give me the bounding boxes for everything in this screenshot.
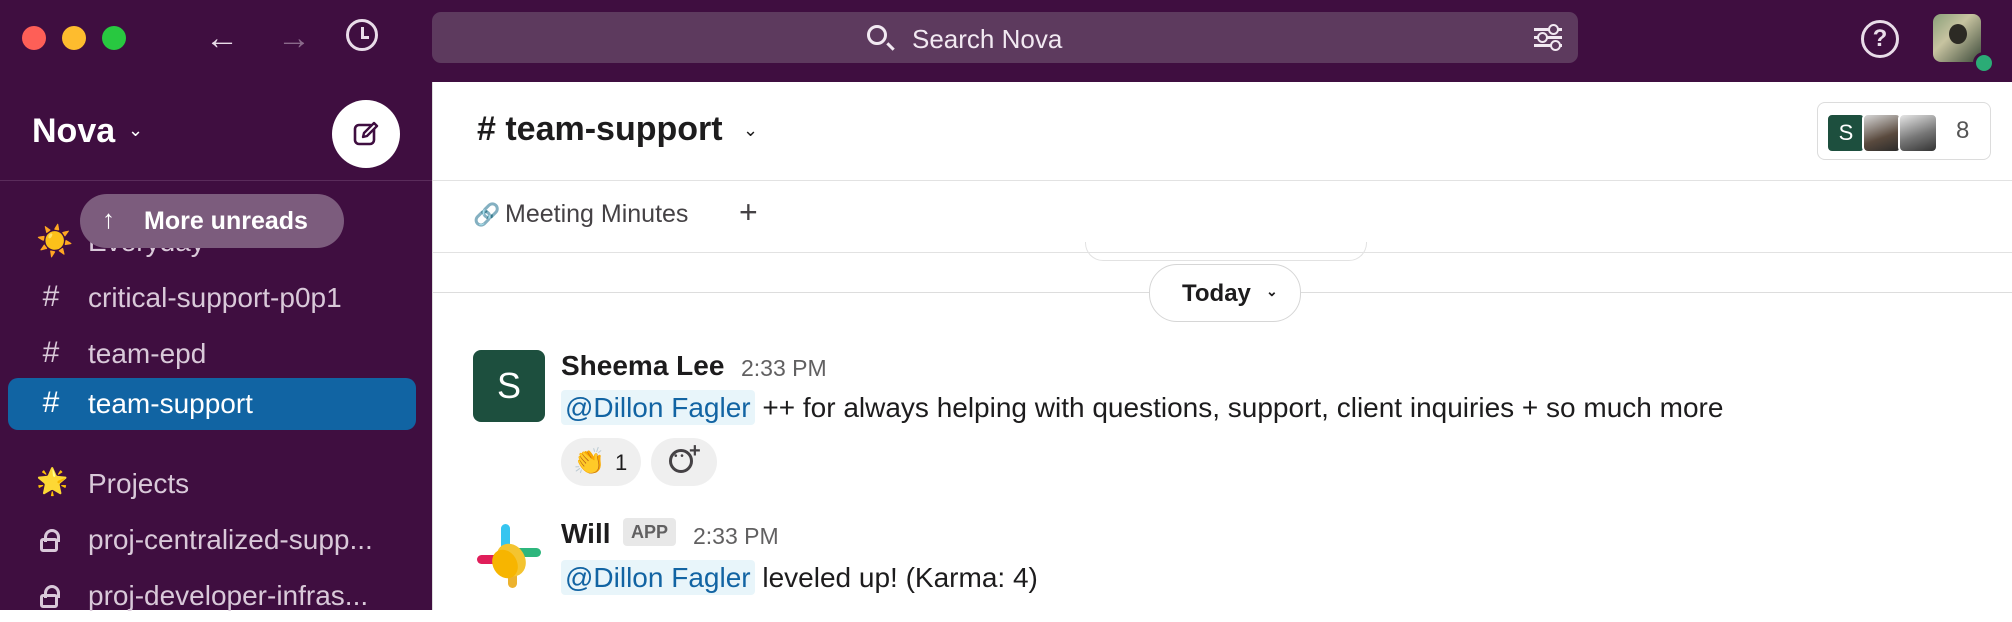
- message-text: @Dillon Fagler ++ for always helping wit…: [561, 390, 1723, 425]
- hash-icon: #: [42, 386, 60, 419]
- sidebar-item-critical-support-p0p1[interactable]: # critical-support-p0p1: [0, 272, 432, 324]
- message-sender[interactable]: Sheema Lee: [561, 350, 724, 382]
- history-clock-icon[interactable]: [346, 19, 378, 51]
- star-emoji-icon: 🌟: [36, 466, 69, 496]
- compose-button[interactable]: [332, 100, 400, 168]
- sidebar-item-proj-developer-infrastructure[interactable]: proj-developer-infras...: [0, 570, 432, 622]
- chevron-down-icon[interactable]: ⌄: [743, 120, 758, 141]
- avatar[interactable]: S: [473, 350, 545, 422]
- message-timestamp[interactable]: 2:33 PM: [693, 523, 779, 550]
- chevron-down-icon: ⌄: [1266, 283, 1278, 299]
- user-mention[interactable]: @Dillon Fagler: [561, 560, 755, 595]
- add-reaction-button[interactable]: +: [651, 438, 717, 486]
- sidebar-section-projects[interactable]: 🌟 Projects: [0, 458, 432, 510]
- user-mention[interactable]: @Dillon Fagler: [561, 390, 755, 425]
- search-filter-icon[interactable]: [1534, 24, 1562, 51]
- minimize-window-button[interactable]: [62, 26, 86, 50]
- slack-logo-clap-icon: [477, 524, 541, 588]
- user-avatar[interactable]: [1933, 14, 1981, 62]
- sidebar-item-label: team-epd: [88, 338, 207, 369]
- message-text: @Dillon Fagler leveled up! (Karma: 4): [561, 560, 1038, 595]
- sidebar-item-label: proj-developer-infras...: [88, 580, 369, 611]
- presence-status-dot: [1973, 52, 1995, 74]
- message-timestamp[interactable]: 2:33 PM: [741, 355, 827, 382]
- header-divider: [433, 180, 2012, 181]
- chevron-down-icon[interactable]: ⌄: [128, 120, 143, 141]
- zoom-window-button[interactable]: [102, 26, 126, 50]
- sidebar-item-label: team-support: [88, 388, 253, 419]
- sidebar: Nova ⌄ ☀️ Everyday ↑ More unreads # crit…: [0, 82, 432, 611]
- title-bar: ← → Search Nova ?: [0, 0, 2012, 82]
- workspace-name[interactable]: Nova: [32, 112, 115, 151]
- sidebar-item-team-epd[interactable]: # team-epd: [0, 328, 432, 380]
- app-badge: APP: [623, 518, 677, 546]
- sun-emoji-icon: ☀️: [36, 225, 74, 258]
- sidebar-item-label: critical-support-p0p1: [88, 282, 342, 313]
- day-divider-button[interactable]: Today ⌄: [1149, 264, 1301, 322]
- reaction-count: 1: [615, 450, 628, 475]
- app-avatar[interactable]: [473, 520, 545, 592]
- lock-icon: [40, 585, 60, 608]
- channel-title[interactable]: # team-support: [477, 110, 723, 149]
- hash-icon: #: [42, 336, 60, 369]
- message-sender[interactable]: Will: [561, 518, 611, 550]
- sidebar-item-team-support[interactable]: # team-support: [8, 378, 416, 430]
- search-icon: [867, 25, 887, 45]
- hash-icon: #: [42, 280, 60, 313]
- back-arrow-icon[interactable]: ←: [202, 18, 242, 58]
- sidebar-item-label: Projects: [88, 468, 190, 499]
- member-avatar: [1898, 113, 1938, 153]
- reaction-clap[interactable]: 👏 1: [561, 438, 641, 486]
- close-window-button[interactable]: [22, 26, 46, 50]
- lock-icon: [40, 529, 60, 552]
- forward-arrow-icon[interactable]: →: [274, 18, 314, 58]
- sidebar-item-label: proj-centralized-supp...: [88, 524, 373, 555]
- channel-view: # team-support ⌄ S 8 🔗 Meeting Minutes + …: [432, 82, 2012, 610]
- member-list-button[interactable]: S 8: [1817, 102, 1991, 160]
- member-avatar: [1862, 113, 1902, 153]
- search-bar[interactable]: Search Nova: [432, 12, 1578, 63]
- help-icon[interactable]: ?: [1861, 20, 1899, 58]
- sidebar-divider: [0, 180, 432, 181]
- member-avatar: S: [1826, 113, 1866, 153]
- more-unreads-button[interactable]: ↑ More unreads: [80, 194, 344, 248]
- arrow-up-icon: ↑: [102, 204, 115, 234]
- clap-emoji-icon: 👏: [573, 446, 606, 476]
- link-icon: 🔗: [473, 202, 501, 227]
- add-bookmark-button[interactable]: +: [739, 194, 758, 231]
- member-count: 8: [1956, 117, 1970, 144]
- compose-icon: [353, 121, 379, 146]
- sidebar-item-proj-centralized-support[interactable]: proj-centralized-supp...: [0, 514, 432, 566]
- previous-day-divider-pill: [1085, 242, 1367, 261]
- search-placeholder: Search Nova: [912, 24, 1063, 54]
- bookmark-meeting-minutes[interactable]: 🔗 Meeting Minutes: [473, 200, 688, 229]
